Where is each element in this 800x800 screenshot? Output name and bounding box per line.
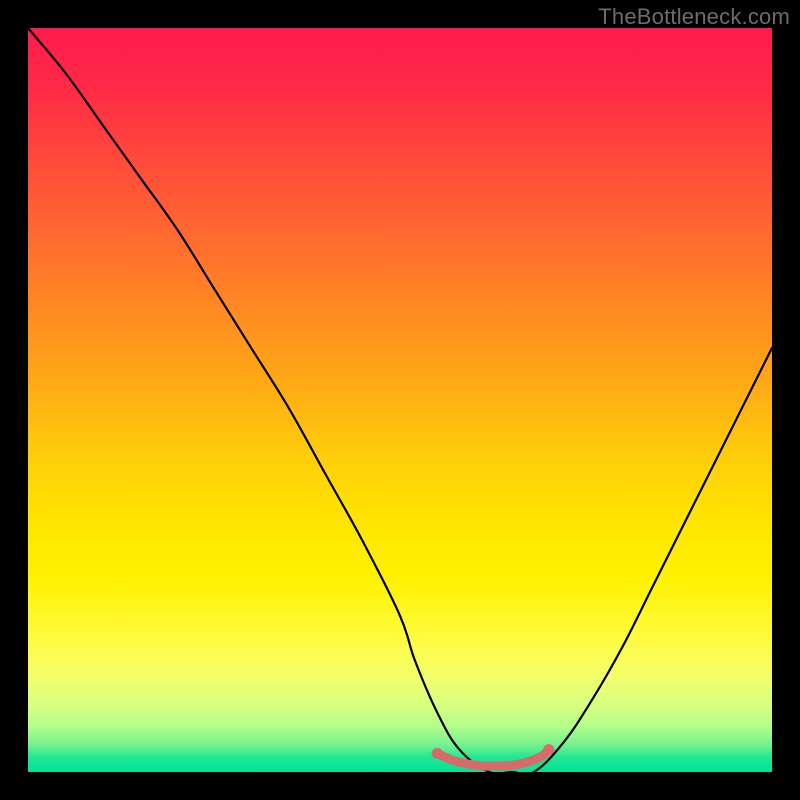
plot-area (28, 28, 772, 772)
optimal-marker-dot-right (543, 744, 554, 755)
chart-svg (28, 28, 772, 772)
watermark-text: TheBottleneck.com (598, 4, 790, 30)
optimal-marker-dot-left (432, 748, 443, 759)
bottleneck-curve (28, 28, 772, 772)
chart-frame: TheBottleneck.com (0, 0, 800, 800)
optimal-marker (437, 750, 549, 767)
